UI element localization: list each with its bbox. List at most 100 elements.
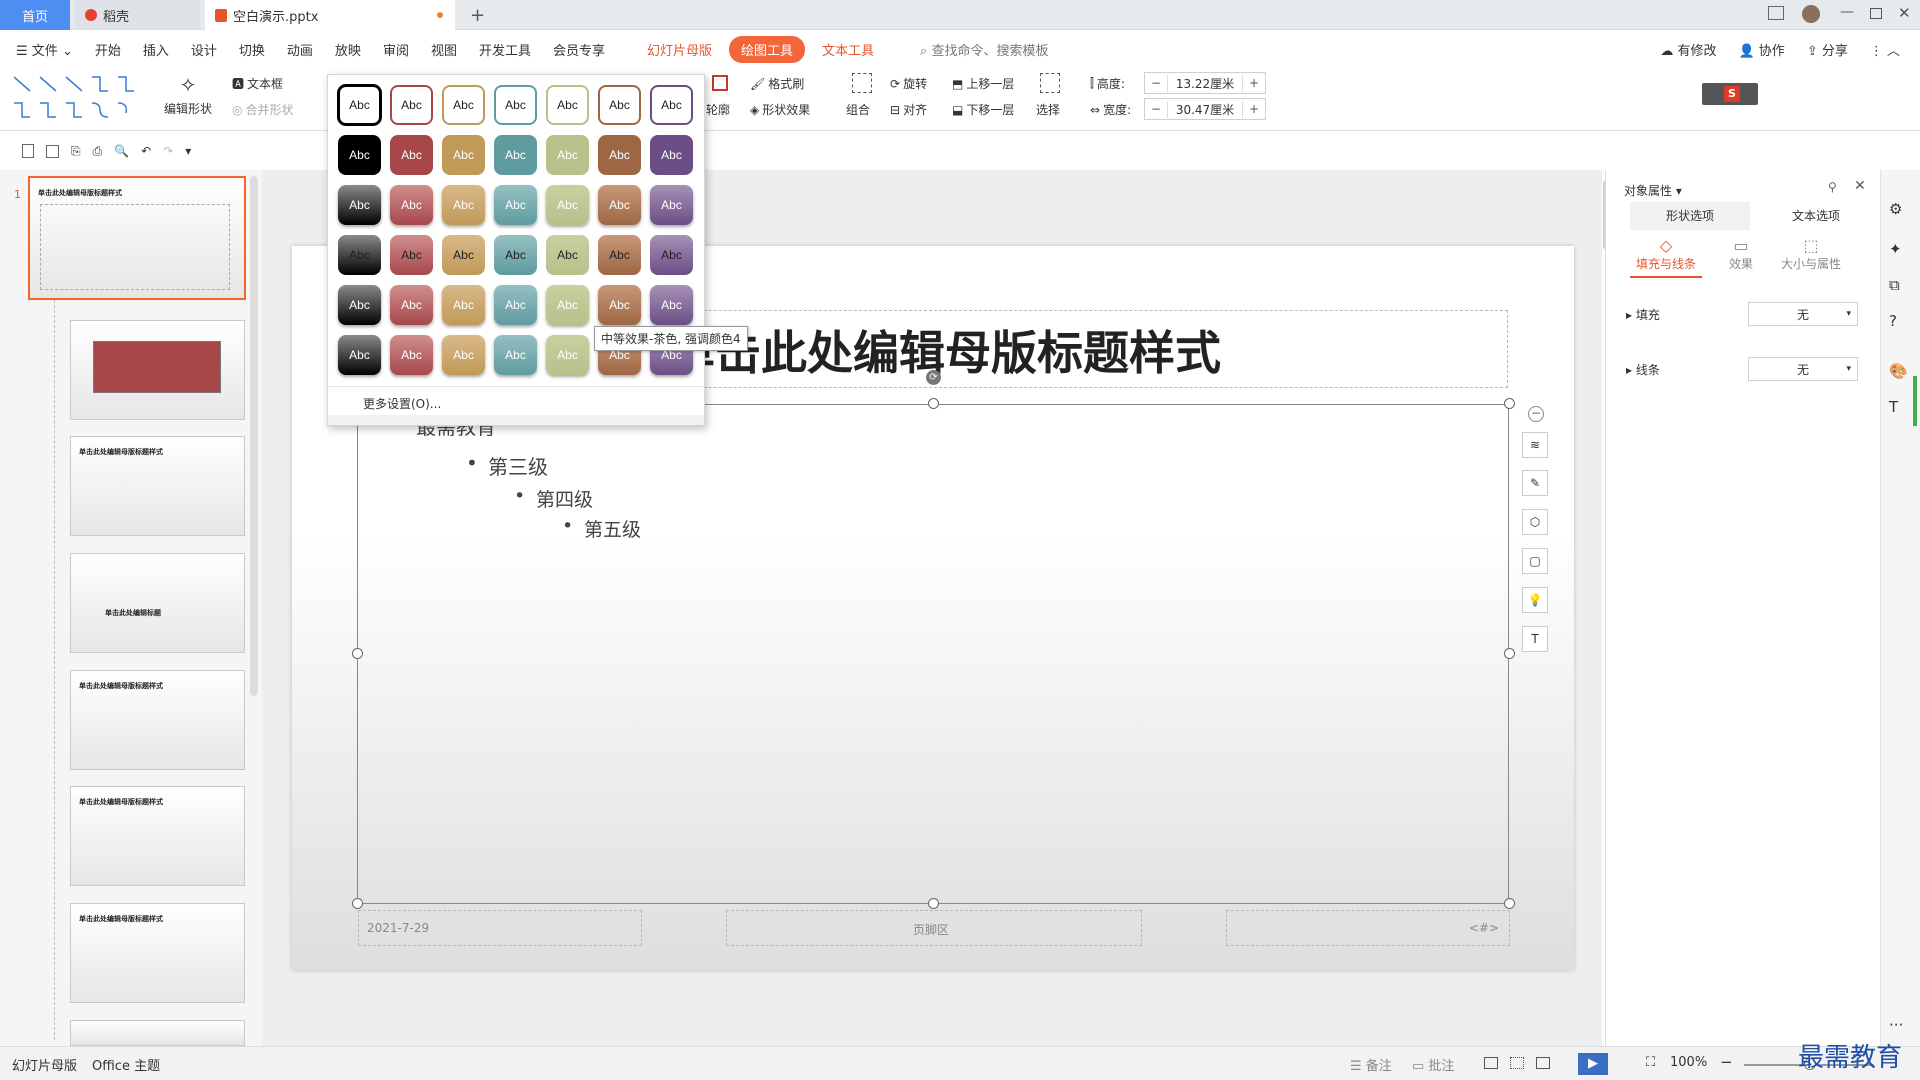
search-box[interactable]: ⌕ 查找命令、搜索模板 (909, 40, 1059, 59)
export-icon[interactable]: ⎘ (71, 144, 81, 159)
status-mode[interactable]: 幻灯片母版 (12, 1055, 77, 1074)
panel-header[interactable]: 对象属性 ▾ (1624, 182, 1682, 199)
width-decrease-button[interactable]: − (1145, 102, 1167, 116)
style-swatch[interactable]: Abc (390, 335, 433, 375)
palette-icon[interactable]: 🎨 (1889, 362, 1908, 380)
avatar[interactable] (1802, 5, 1820, 23)
style-swatch[interactable]: Abc (546, 235, 589, 275)
style-swatch[interactable]: Abc (442, 235, 485, 275)
new-tab-button[interactable]: + (460, 0, 495, 30)
resize-handle[interactable] (1504, 648, 1515, 659)
fit-icon[interactable]: ⛶ (1646, 1055, 1655, 1070)
layout-thumbnail[interactable]: 单击此处编辑母版标题样式 (70, 786, 245, 886)
zoom-out-icon[interactable]: − (1720, 1053, 1733, 1071)
footer-placeholder[interactable]: 页脚区 (726, 910, 1142, 946)
play-icon[interactable]: ▶ (1578, 1053, 1608, 1075)
body-placeholder[interactable]: 最需教育 第三级 第四级 第五级 (357, 404, 1509, 904)
height-stepper[interactable]: −13.22厘米 + (1144, 72, 1266, 94)
resize-handle[interactable] (1504, 398, 1515, 409)
style-swatch[interactable]: Abc (598, 85, 641, 125)
menu-drawing-tools[interactable]: 绘图工具 (729, 35, 806, 63)
redo-icon[interactable]: ↷ (163, 144, 173, 158)
height-value[interactable]: 13.22厘米 (1167, 74, 1243, 92)
style-swatch[interactable]: Abc (598, 285, 641, 325)
layout-thumbnail[interactable] (70, 320, 245, 420)
modified-button[interactable]: ☁ 有修改 (1649, 40, 1727, 59)
collab-button[interactable]: 👤 协作 (1727, 40, 1795, 59)
resize-handle[interactable] (928, 398, 939, 409)
body-level4[interactable]: 第四级 (514, 485, 593, 512)
style-swatch[interactable]: Abc (598, 135, 641, 175)
style-swatch[interactable]: Abc (442, 285, 485, 325)
style-swatch[interactable]: Abc (442, 185, 485, 225)
width-value[interactable]: 30.47厘米 (1167, 100, 1243, 118)
menu-developer[interactable]: 开发工具 (468, 40, 542, 59)
fill-bucket-icon[interactable]: ⬡ (1522, 509, 1548, 535)
zoom-level[interactable]: 100% (1670, 1055, 1707, 1070)
style-swatch[interactable]: Abc (494, 185, 537, 225)
style-swatch[interactable]: Abc (546, 335, 589, 375)
style-swatch[interactable]: Abc (390, 185, 433, 225)
resize-handle[interactable] (352, 648, 363, 659)
collapse-icon[interactable]: − (1528, 406, 1544, 422)
menu-review[interactable]: 审阅 (372, 40, 420, 59)
style-swatch[interactable]: Abc (494, 85, 537, 125)
resize-handle[interactable] (928, 898, 939, 909)
lightbulb-icon[interactable]: 💡 (1522, 587, 1548, 613)
layout-thumbnail[interactable] (70, 1020, 245, 1046)
style-swatch[interactable]: Abc (494, 285, 537, 325)
more-settings-button[interactable]: 更多设置(O)... (363, 395, 441, 412)
wps-widget-icon[interactable]: S (1702, 83, 1758, 105)
text-frame-icon[interactable]: T (1522, 626, 1548, 652)
menu-transition[interactable]: 切换 (228, 40, 276, 59)
menu-member[interactable]: 会员专享 (542, 40, 616, 59)
panel-close-icon[interactable]: ✕ (1854, 178, 1866, 194)
tab-shape-options[interactable]: 形状选项 (1630, 202, 1750, 230)
tab-home[interactable]: 首页 (0, 0, 70, 30)
style-swatch[interactable]: Abc (650, 135, 693, 175)
style-swatch[interactable]: Abc (338, 285, 381, 325)
frame-icon[interactable]: ▢ (1522, 548, 1548, 574)
pen-icon[interactable]: ✎ (1522, 470, 1548, 496)
style-swatch[interactable]: Abc (390, 85, 433, 125)
style-swatch[interactable]: Abc (546, 285, 589, 325)
group-button[interactable]: 组合 (846, 101, 870, 118)
format-painter-button[interactable]: 🖌 格式刷 (750, 75, 804, 92)
copy-icon[interactable]: ⧉ (1889, 276, 1900, 294)
style-swatch[interactable]: Abc (494, 235, 537, 275)
menu-start[interactable]: 开始 (84, 40, 132, 59)
body-level5[interactable]: 第五级 (562, 515, 641, 542)
height-decrease-button[interactable]: − (1145, 76, 1167, 90)
more-tools-icon[interactable]: ··· (1889, 1016, 1903, 1034)
style-swatch[interactable]: Abc (546, 85, 589, 125)
share-button[interactable]: ⇪ 分享 (1796, 40, 1859, 59)
notes-button[interactable]: ☰ 备注 (1350, 1055, 1392, 1074)
layout-thumbnail[interactable]: 单击此处编辑母版标题样式 (70, 436, 245, 536)
menu-slideshow[interactable]: 放映 (324, 40, 372, 59)
style-swatch[interactable]: Abc (598, 235, 641, 275)
body-level3[interactable]: 第三级 (466, 451, 548, 480)
normal-view-icon[interactable] (1484, 1057, 1498, 1069)
connector-shapes-gallery[interactable] (10, 73, 150, 125)
close-icon[interactable]: ✕ (1898, 4, 1911, 22)
menu-file[interactable]: ☰ 文件 ⌄ (0, 40, 84, 59)
style-swatch[interactable]: Abc (546, 135, 589, 175)
outline-icon[interactable] (712, 75, 728, 91)
layout-thumbnail[interactable]: 单击此处编辑母版标题样式 (70, 903, 245, 1003)
bring-forward-button[interactable]: ⬒ 上移一层 (952, 75, 1014, 92)
layout-thumbnail[interactable]: 单击此处编辑母版标题样式 (70, 670, 245, 770)
rotate-handle-icon[interactable]: ⟳ (926, 370, 941, 385)
style-swatch[interactable]: Abc (650, 85, 693, 125)
style-swatch[interactable]: Abc (442, 335, 485, 375)
layout-thumbnail[interactable]: 单击此处编辑标题 (70, 553, 245, 653)
slide-title[interactable]: 单击此处编辑母版标题样式 (669, 317, 1221, 383)
resize-handle[interactable] (352, 898, 363, 909)
resize-handle[interactable] (1504, 898, 1515, 909)
style-swatch[interactable]: Abc (442, 85, 485, 125)
outline-button[interactable]: 轮廓 (706, 101, 730, 118)
effect-tab[interactable]: ▭ 效果 (1716, 236, 1766, 272)
fill-line-tab[interactable]: ◇ 填充与线条 (1630, 236, 1702, 278)
style-swatch[interactable]: Abc (442, 135, 485, 175)
group-icon[interactable] (852, 73, 872, 93)
style-swatch[interactable]: Abc (390, 235, 433, 275)
